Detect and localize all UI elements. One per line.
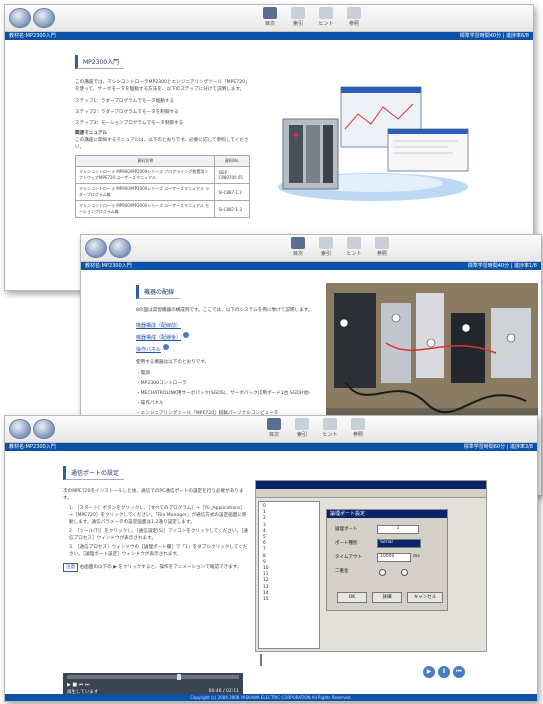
list-item: ・MP2300コントローラ (136, 381, 187, 386)
page-title: MP2300入門 (75, 55, 125, 69)
list-item: ・MECHATROLINK用サーボパック(SGDS)、サーボパック(Σ用ボード1… (136, 391, 310, 396)
step-list: 1. ［スタート］ボタンをクリックし、［すべてのプログラム］→［YE_Appli… (63, 505, 248, 558)
table-row: マシンコントローラ MP900/MP2000シリーズ ユーザーズマニュアル ラダ… (74, 183, 250, 201)
rewind-icon[interactable]: ⏮ (453, 666, 465, 678)
link-list: 機器構成（配線前） 機器構成（配線後） 操作パネル (136, 318, 326, 354)
port-list-items: 01 23 45 67 89 10 11 12 13 14 15 (263, 504, 269, 603)
back-button[interactable] (9, 419, 31, 439)
port-list[interactable]: 01 23 45 67 89 10 11 12 13 14 15 (258, 501, 320, 649)
link-after-wiring[interactable]: 機器構成（配線後） (136, 335, 181, 341)
progress-status: 標準学習時間60分 | 進捗率3/8 (463, 444, 533, 450)
play-icon[interactable] (163, 343, 170, 350)
window3-status-bar: 教材名:MP2300入門 標準学習時間60分 | 進捗率3/8 (5, 443, 537, 451)
equipment-heading: 使用する機器は以下のとおりです。 (136, 360, 210, 365)
list-item: ・操作パネル (136, 401, 164, 406)
redundancy-radio-off[interactable] (401, 569, 408, 576)
redundancy-radio-on[interactable] (379, 569, 386, 576)
intro-text: この講座では、マシンコントローラMP2300とエンジニアリングツール「MPE72… (75, 80, 250, 92)
manual-table: 資料名称 資料No. マシンコントローラ MP900/MP2000シリーズ プログ… (74, 155, 250, 218)
page-title: 機器の配線 (136, 285, 180, 299)
intro-text: 次のMPE720をインストールした後、通信でのPC通信ポートの設定を行う必要があ… (63, 489, 244, 501)
play-icon[interactable] (183, 331, 190, 338)
player-controls[interactable]: ▶ ■ ⏮ ⏭ (67, 682, 89, 688)
breadcrumb: 教材名:MP2300入門 (9, 33, 56, 39)
page-title: 通信ポートの設定 (63, 466, 125, 480)
timeout-field[interactable]: 10000 (377, 553, 411, 562)
progress-status: 標準学習時間40分 | 進捗率6/8 (459, 33, 529, 39)
window3-toolbar: 目次 索引 ヒント 参照 (5, 416, 537, 443)
step-item: ステップ3：モーションプログラムでモータ制御する (75, 121, 184, 126)
hint-icon[interactable]: ヒント (317, 7, 335, 29)
forward-button[interactable] (33, 8, 55, 28)
step-item: 3. ［通信プロセス］ウィンドウの［論理ポート欄］で「1」をダブルクリックしてく… (69, 545, 248, 557)
port-type-select[interactable]: Serial (377, 539, 421, 548)
app-screenshot: 01 23 45 67 89 10 11 12 13 14 15 論理ポート設定 論理… (255, 480, 487, 652)
contents-icon[interactable]: 目次 (265, 418, 283, 440)
step-item: 2. ［ツール(T)］をクリックし、［通信設定(S)］アイコンをクリックしてくだ… (69, 529, 249, 541)
forward-button[interactable] (109, 238, 131, 258)
step-item: ステップ1：ラダープログラムでモータ駆動する (75, 99, 174, 104)
step-item: ステップ2：ラダープログラムでモータを制御する (75, 110, 179, 115)
progress-status: 標準学習時間40分 | 進捗率1/8 (467, 263, 537, 269)
back-button[interactable] (85, 238, 107, 258)
contents-icon[interactable]: 目次 (261, 7, 279, 29)
app-titlebar (256, 481, 486, 489)
step-item: 1. ［スタート］ボタンをクリックし、［すべてのプログラム］→［YE_Appli… (69, 506, 247, 525)
window1-toolbar: 目次 索引 ヒント 参照 (5, 5, 533, 32)
forward-button[interactable] (33, 419, 55, 439)
footer: Copyright (c) 2004-2008 YASKAWA ELECTRIC… (5, 694, 537, 701)
reference-icon[interactable]: 参照 (373, 237, 391, 259)
step-list: ステップ1：ラダープログラムでモータ駆動する ステップ2：ラダープログラムでモー… (75, 98, 250, 127)
link-before-wiring[interactable]: 機器構成（配線前） (136, 323, 181, 329)
back-button[interactable] (9, 8, 31, 28)
index-icon[interactable]: 索引 (317, 237, 335, 259)
index-icon[interactable]: 索引 (293, 418, 311, 440)
note-row: 注意 右画面の以下の ▶ をクリックすると、操作をアニメーションで確認できます。 (63, 563, 248, 572)
contents-icon[interactable]: 目次 (289, 237, 307, 259)
window2-toolbar: 目次 索引 ヒント 参照 (81, 235, 541, 262)
detail-button[interactable]: 詳細 (372, 592, 402, 603)
manual-text: この講座に関係するマニュアルは、以下のとおりです。必要に応じて参照してください。 (75, 138, 249, 150)
breadcrumb: 教材名:MP2300入門 (9, 444, 56, 450)
link-operation-panel[interactable]: 操作パネル (136, 347, 161, 353)
logical-port-field[interactable]: 1 (377, 525, 419, 534)
manual-heading: 関連マニュアル (75, 131, 108, 136)
hint-icon[interactable]: ヒント (345, 237, 363, 259)
pause-icon[interactable]: Ⅱ (438, 666, 450, 678)
intro-text: 8の図は実習機器の構成例です。ここでは、以下のシステムを例に挙げて説明します。 (136, 308, 313, 313)
seek-bar[interactable] (67, 674, 239, 680)
table-row: マシンコントローラ MP900/MP2000シリーズ プログラミング装置用ソフト… (74, 166, 250, 184)
logical-port-dialog: 論理ポート設定 論理ポート 1 ポート種別 Serial タイムアウト 1000… (326, 509, 448, 611)
index-icon[interactable]: 索引 (289, 7, 307, 29)
animation-controls: ▶ Ⅱ ⏮ (423, 666, 465, 678)
reference-icon[interactable]: 参照 (349, 418, 367, 440)
window-comm-port: 目次 索引 ヒント 参照 教材名:MP2300入門 標準学習時間60分 | 進捗… (4, 415, 538, 702)
note-badge: 注意 (63, 563, 79, 572)
window1-status-bar: 教材名:MP2300入門 標準学習時間40分 | 進捗率6/8 (5, 32, 533, 40)
product-illustration (253, 69, 478, 204)
hint-icon[interactable]: ヒント (321, 418, 339, 440)
list-item: ・電源 (136, 371, 150, 376)
table-row: マシンコントローラ MP900/MP2000シリーズ ユーザーズマニュアル モー… (74, 200, 250, 218)
equipment-list: ・電源 ・MP2300コントローラ ・MECHATROLINK用サーボパック(S… (136, 370, 326, 417)
reference-icon[interactable]: 参照 (345, 7, 363, 29)
window2-status-bar: 教材名:MP2300入門 標準学習時間40分 | 進捗率1/8 (81, 262, 541, 270)
play-icon[interactable]: ▶ (423, 666, 435, 678)
app-menubar (256, 489, 486, 498)
dialog-title: 論理ポート設定 (327, 510, 447, 518)
seek-handle[interactable] (177, 674, 181, 680)
ok-button[interactable]: OK (337, 592, 367, 603)
note-text: 右画面の以下の ▶ をクリックすると、操作をアニメーションで確認できます。 (79, 565, 242, 570)
breadcrumb: 教材名:MP2300入門 (85, 263, 132, 269)
cancel-button[interactable]: キャンセル (407, 592, 443, 603)
animation-marker (260, 654, 262, 666)
